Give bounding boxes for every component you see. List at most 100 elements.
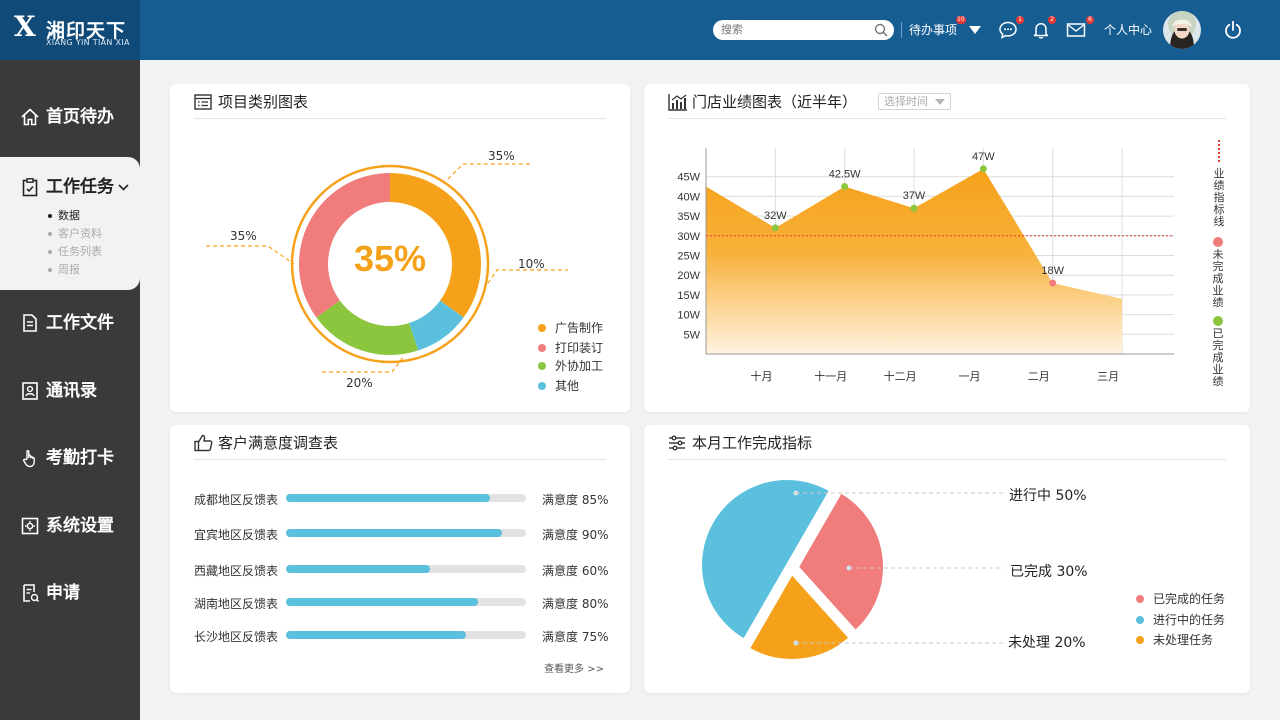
subitem-label: 周报 [58, 263, 80, 276]
satisfaction-bar-track [286, 529, 526, 537]
satisfaction-row: 西藏地区反馈表 满意度 60% [194, 561, 614, 578]
search-icon[interactable] [874, 23, 888, 37]
todo-menu[interactable]: 待办事项 [909, 22, 957, 38]
target-line-legend-label: 业绩指标线 [1213, 167, 1225, 228]
y-tick-label: 40W [677, 191, 700, 203]
data-point [771, 224, 779, 232]
monthly-completion-pie-chart [700, 478, 1004, 661]
mail-badge: 6 [1086, 16, 1094, 24]
todo-badge: 10 [956, 16, 966, 24]
subitem-data[interactable]: 数据 [48, 209, 80, 223]
callout-label-advertising: 35% [488, 149, 515, 163]
region-name: 西藏地区反馈表 [194, 564, 279, 578]
document-icon [23, 314, 37, 332]
legend-item: 进行中的任务 [1136, 613, 1225, 627]
satisfaction-bar [286, 631, 466, 639]
sidebar-item-attendance[interactable]: 考勤打卡 [0, 447, 140, 471]
sidebar-item-label: 系统设置 [46, 516, 114, 536]
sidebar-item-work-files[interactable]: 工作文件 [0, 312, 140, 336]
unmet-legend-dot [1213, 237, 1223, 247]
top-header: X 湘印天下 XIANG YIN TIAN XIA 待办事项 10 1 2 6 … [0, 0, 1280, 60]
callout-line-other [483, 269, 568, 290]
sidebar-item-settings[interactable]: 系统设置 [0, 515, 140, 539]
store-performance-card: 门店业绩图表（近半年） 选择时间 5W 10W 15W 20W 25W 30W 35W 40W… [644, 84, 1250, 412]
sidebar-item-apply[interactable]: 申请 [0, 582, 140, 606]
legend-label: 广告制作 [555, 321, 604, 335]
region-name: 湖南地区反馈表 [194, 597, 279, 611]
thumbs-up-icon [194, 434, 213, 452]
sidebar-item-home-todo[interactable]: 首页待办 [0, 106, 140, 130]
data-label: 18W [1041, 265, 1064, 277]
project-category-card: 项目类别图表 35% 35% 35% 10% 20% 广告制作 打印装订 外协加… [170, 84, 630, 412]
subitem-label: 客户资料 [58, 227, 102, 240]
satisfaction-percent: 满意度 80% [542, 597, 609, 611]
customer-satisfaction-card: 客户满意度调查表 成都地区反馈表 满意度 85% 宜宾地区反馈表 满意度 90% 西… [170, 425, 630, 693]
chat-icon[interactable] [998, 20, 1018, 40]
x-tick-label: 十二月 [884, 369, 917, 383]
callout-line-advertising [447, 163, 532, 180]
store-performance-area-chart: 5W 10W 15W 20W 25W 30W 35W 40W 45W 32W 42.5W 37W 47W… [677, 148, 1174, 383]
data-point [910, 204, 918, 212]
sidebar-item-label: 申请 [46, 583, 80, 603]
search-input[interactable] [721, 22, 871, 38]
subitem-label: 数据 [58, 209, 80, 222]
y-tick-label: 45W [677, 172, 700, 184]
legend-item: 未处理任务 [1136, 633, 1213, 647]
bell-icon[interactable] [1031, 20, 1051, 40]
subitem-customer-info[interactable]: 客户资料 [48, 227, 102, 241]
power-icon[interactable] [1223, 20, 1243, 40]
x-tick-label: 十月 [750, 369, 772, 383]
contacts-icon [22, 382, 38, 400]
subitem-label: 任务列表 [58, 245, 102, 258]
bullet-icon [48, 214, 52, 218]
legend-label: 其他 [555, 379, 580, 393]
data-point [1049, 279, 1057, 287]
legend-dot [538, 324, 546, 332]
legend-label: 打印装订 [555, 341, 604, 355]
legend-label: 已完成的任务 [1153, 592, 1226, 606]
legend-item: 外协加工 [538, 359, 603, 373]
search-box [713, 20, 894, 40]
legend-dot [538, 344, 546, 352]
satisfaction-percent: 满意度 75% [542, 630, 609, 644]
satisfaction-bar [286, 565, 430, 573]
subitem-task-list[interactable]: 任务列表 [48, 245, 102, 259]
sidebar-item-work-tasks[interactable]: 工作任务 [0, 176, 140, 200]
data-point [841, 183, 849, 191]
y-tick-label: 10W [677, 310, 700, 322]
logo[interactable]: X 湘印天下 XIANG YIN TIAN XIA [0, 0, 140, 60]
satisfaction-bar [286, 598, 478, 606]
y-tick-label: 25W [677, 251, 700, 263]
unmet-legend-label: 未完成业绩 [1212, 248, 1224, 309]
callout-label-other: 10% [518, 257, 545, 271]
sidebar-item-label: 首页待办 [46, 107, 114, 127]
legend-label: 未处理任务 [1153, 633, 1214, 647]
view-more-link[interactable]: 查看更多 >> [544, 660, 604, 675]
card-title-text: 客户满意度调查表 [218, 434, 339, 452]
data-label: 42.5W [829, 169, 861, 181]
sidebar-item-contacts[interactable]: 通讯录 [0, 380, 140, 404]
donut-center-value: 35% [353, 238, 427, 279]
chat-badge: 1 [1016, 16, 1024, 24]
legend-dot [1136, 616, 1144, 624]
subitem-weekly-report[interactable]: 周报 [48, 263, 80, 277]
legend-dot [1136, 636, 1144, 644]
y-tick-label: 20W [677, 270, 700, 282]
y-tick-label: 15W [677, 290, 700, 302]
personal-center-link[interactable]: 个人中心 [1104, 22, 1152, 38]
todo-label: 待办事项 [909, 23, 958, 37]
satisfaction-row: 成都地区反馈表 满意度 85% [194, 490, 614, 507]
target-line-legend-icon [1218, 140, 1220, 162]
card-title: 客户满意度调查表 [194, 434, 338, 452]
callout-line-printing [206, 245, 295, 265]
data-label: 47W [972, 151, 995, 163]
satisfaction-bar-track [286, 494, 526, 502]
x-tick-label: 十一月 [814, 369, 847, 383]
avatar[interactable] [1163, 11, 1201, 49]
logo-subtitle: XIANG YIN TIAN XIA [46, 38, 130, 47]
chevron-down-icon[interactable] [969, 26, 981, 34]
mail-icon[interactable] [1066, 20, 1086, 40]
x-tick-label: 一月 [958, 371, 980, 383]
sidebar-item-label: 考勤打卡 [46, 448, 114, 468]
x-tick-label: 三月 [1097, 371, 1119, 383]
